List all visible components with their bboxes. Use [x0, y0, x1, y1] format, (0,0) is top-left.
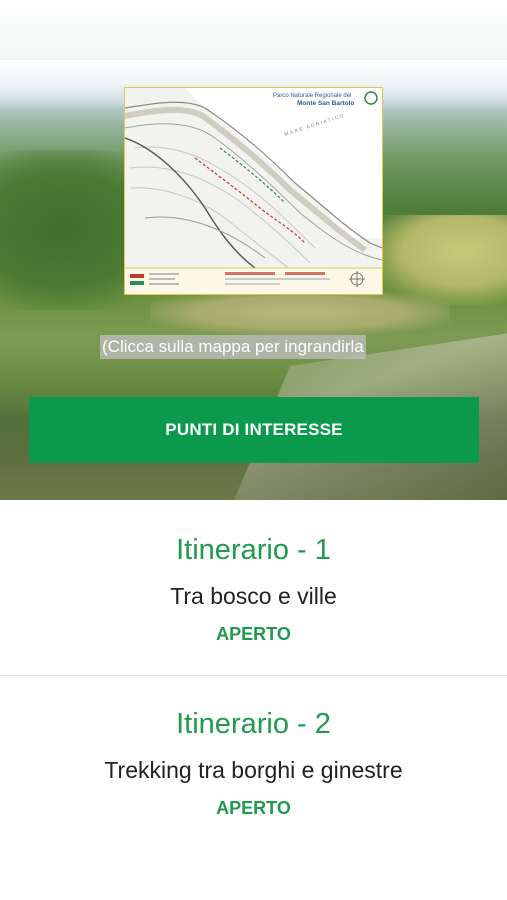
park-logo-icon: [364, 91, 378, 105]
itinerary-item-2[interactable]: Itinerario - 2 Trekking tra borghi e gin…: [0, 676, 507, 851]
itinerary-status-badge: APERTO: [216, 624, 291, 644]
itinerary-item-1[interactable]: Itinerario - 1 Tra bosco e ville APERTO: [0, 500, 507, 675]
itinerary-title: Itinerario - 2: [176, 708, 331, 740]
itinerary-subtitle: Trekking tra borghi e ginestre: [104, 757, 403, 783]
field-middle: [150, 290, 450, 335]
itinerary-subtitle: Tra bosco e ville: [170, 583, 337, 609]
map-header-line1: Parco Naturale Regionale del: [273, 93, 351, 99]
itinerary-status-badge: APERTO: [216, 798, 291, 818]
hero-background: Parco Naturale Regionale del Monte San B…: [0, 0, 507, 500]
points-of-interest-button[interactable]: PUNTI DI INTERESSE: [29, 397, 479, 463]
map-header-line2: Monte San Bartolo: [297, 100, 354, 107]
itinerary-title: Itinerario - 1: [176, 534, 331, 566]
park-map-thumbnail[interactable]: Parco Naturale Regionale del Monte San B…: [124, 87, 383, 295]
map-caption: (Clicca sulla mappa per ingrandirla: [100, 335, 366, 359]
